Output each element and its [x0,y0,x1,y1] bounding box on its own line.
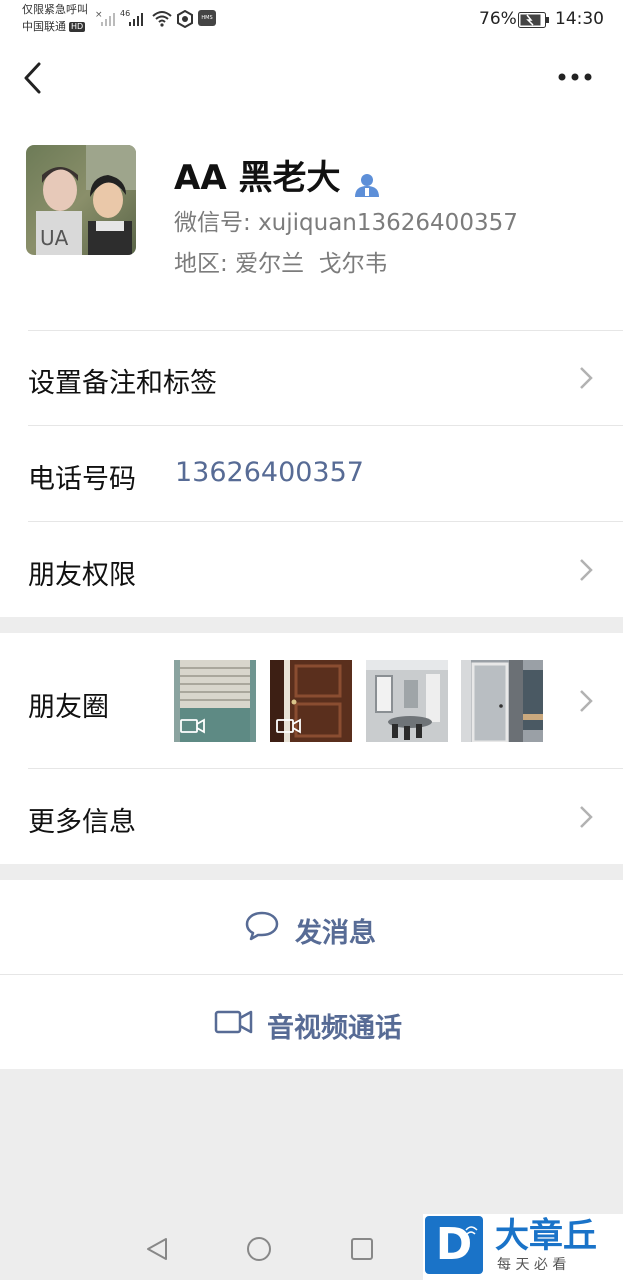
phone-row: 电话号码 13626400357 [0,426,623,521]
svg-text:UA: UA [40,226,69,250]
chat-bubble-icon [245,911,279,941]
back-arrow-icon[interactable] [20,60,46,96]
nav-home-icon[interactable] [246,1236,272,1262]
battery-charging-icon [518,12,549,28]
video-camera-icon [180,718,205,734]
region-value: 爱尔兰 戈尔韦 [235,251,388,277]
network-type-label: 46 [120,9,130,18]
nav-back-icon[interactable] [145,1236,169,1262]
wechat-id-line: 微信号: xujiquan13626400357 [174,203,518,237]
friend-permissions-label: 朋友权限 [28,560,136,591]
remark-tags-label: 设置备注和标签 [28,368,217,399]
hms-icon: HMS [198,10,216,26]
more-info-label: 更多信息 [28,807,136,838]
phone-number-link[interactable]: 13626400357 [175,457,364,488]
phone-label: 电话号码 [28,464,136,495]
name-line: AA 黑老大 [174,150,380,199]
send-message-label: 发消息 [295,918,376,949]
carrier-name: 中国联通 [22,20,66,33]
status-bar: 仅限紧急呼叫 中国联通 HD × 46 HMS 76% 14:30 [0,0,623,40]
video-call-label: 音视频通话 [267,1013,402,1044]
video-camera-icon [214,1010,253,1034]
battery-percent: 76% [479,9,517,29]
wechat-id-value: xujiquan13626400357 [258,210,518,236]
watermark-logo: D 大章丘 每 天 必 看 [423,1214,623,1280]
remark-tags-row[interactable]: 设置备注和标签 [0,330,623,425]
friend-permissions-row[interactable]: 朋友权限 [0,522,623,617]
moments-thumb-grey-door [461,660,543,742]
carrier-label: 中国联通 HD [22,20,86,34]
moments-section: 朋友圈 更多信息 [0,633,623,864]
video-camera-icon [276,718,301,734]
cell-signal-icon: 46 [120,9,143,26]
chevron-right-icon [580,559,593,581]
wifi-icon [152,11,172,27]
chevron-right-icon [580,690,593,712]
clock-time: 14:30 [555,9,604,29]
region-line: 地区: 爱尔兰 戈尔韦 [174,244,388,278]
nav-recents-icon[interactable] [350,1237,374,1261]
video-call-button[interactable]: 音视频通话 [0,975,623,1069]
logo-d-icon: D [425,1216,483,1274]
chevron-right-icon [580,806,593,828]
signal-waves-icon [465,1226,478,1235]
hd-badge: HD [69,22,86,32]
avatar[interactable]: UA [26,145,136,255]
meeting-room-photo [366,660,448,742]
wechat-id-label: 微信号: [174,210,251,236]
logo-subtitle: 每 天 必 看 [497,1257,567,1273]
moments-label: 朋友圈 [28,692,109,723]
moments-thumb-wooden-door [270,660,352,742]
top-bar [0,40,623,114]
send-message-button[interactable]: 发消息 [0,880,623,974]
moments-row[interactable]: 朋友圈 [0,633,623,768]
info-section: 设置备注和标签 电话号码 13626400357 朋友权限 [0,330,623,617]
moments-thumb-blinds [174,660,256,742]
verified-user-icon [354,173,379,197]
avatar-photo: UA [26,145,136,255]
sim-signal-icon: × [95,10,115,26]
svg-text:×: × [95,10,103,20]
contact-name: AA 黑老大 [174,158,341,198]
logo-title: 大章丘 [495,1216,597,1256]
profile-header: UA AA 黑老大 微信号: xujiquan13626400357 地区: 爱… [0,114,623,330]
region-label: 地区: [174,251,228,277]
more-options-icon[interactable] [557,70,593,84]
nfc-hexagon-icon [177,10,193,28]
chevron-right-icon [580,367,593,389]
moments-thumb-meeting-room [366,660,448,742]
more-info-row[interactable]: 更多信息 [0,769,623,864]
emergency-call-text: 仅限紧急呼叫 [22,3,88,16]
grey-door-photo [461,660,543,742]
